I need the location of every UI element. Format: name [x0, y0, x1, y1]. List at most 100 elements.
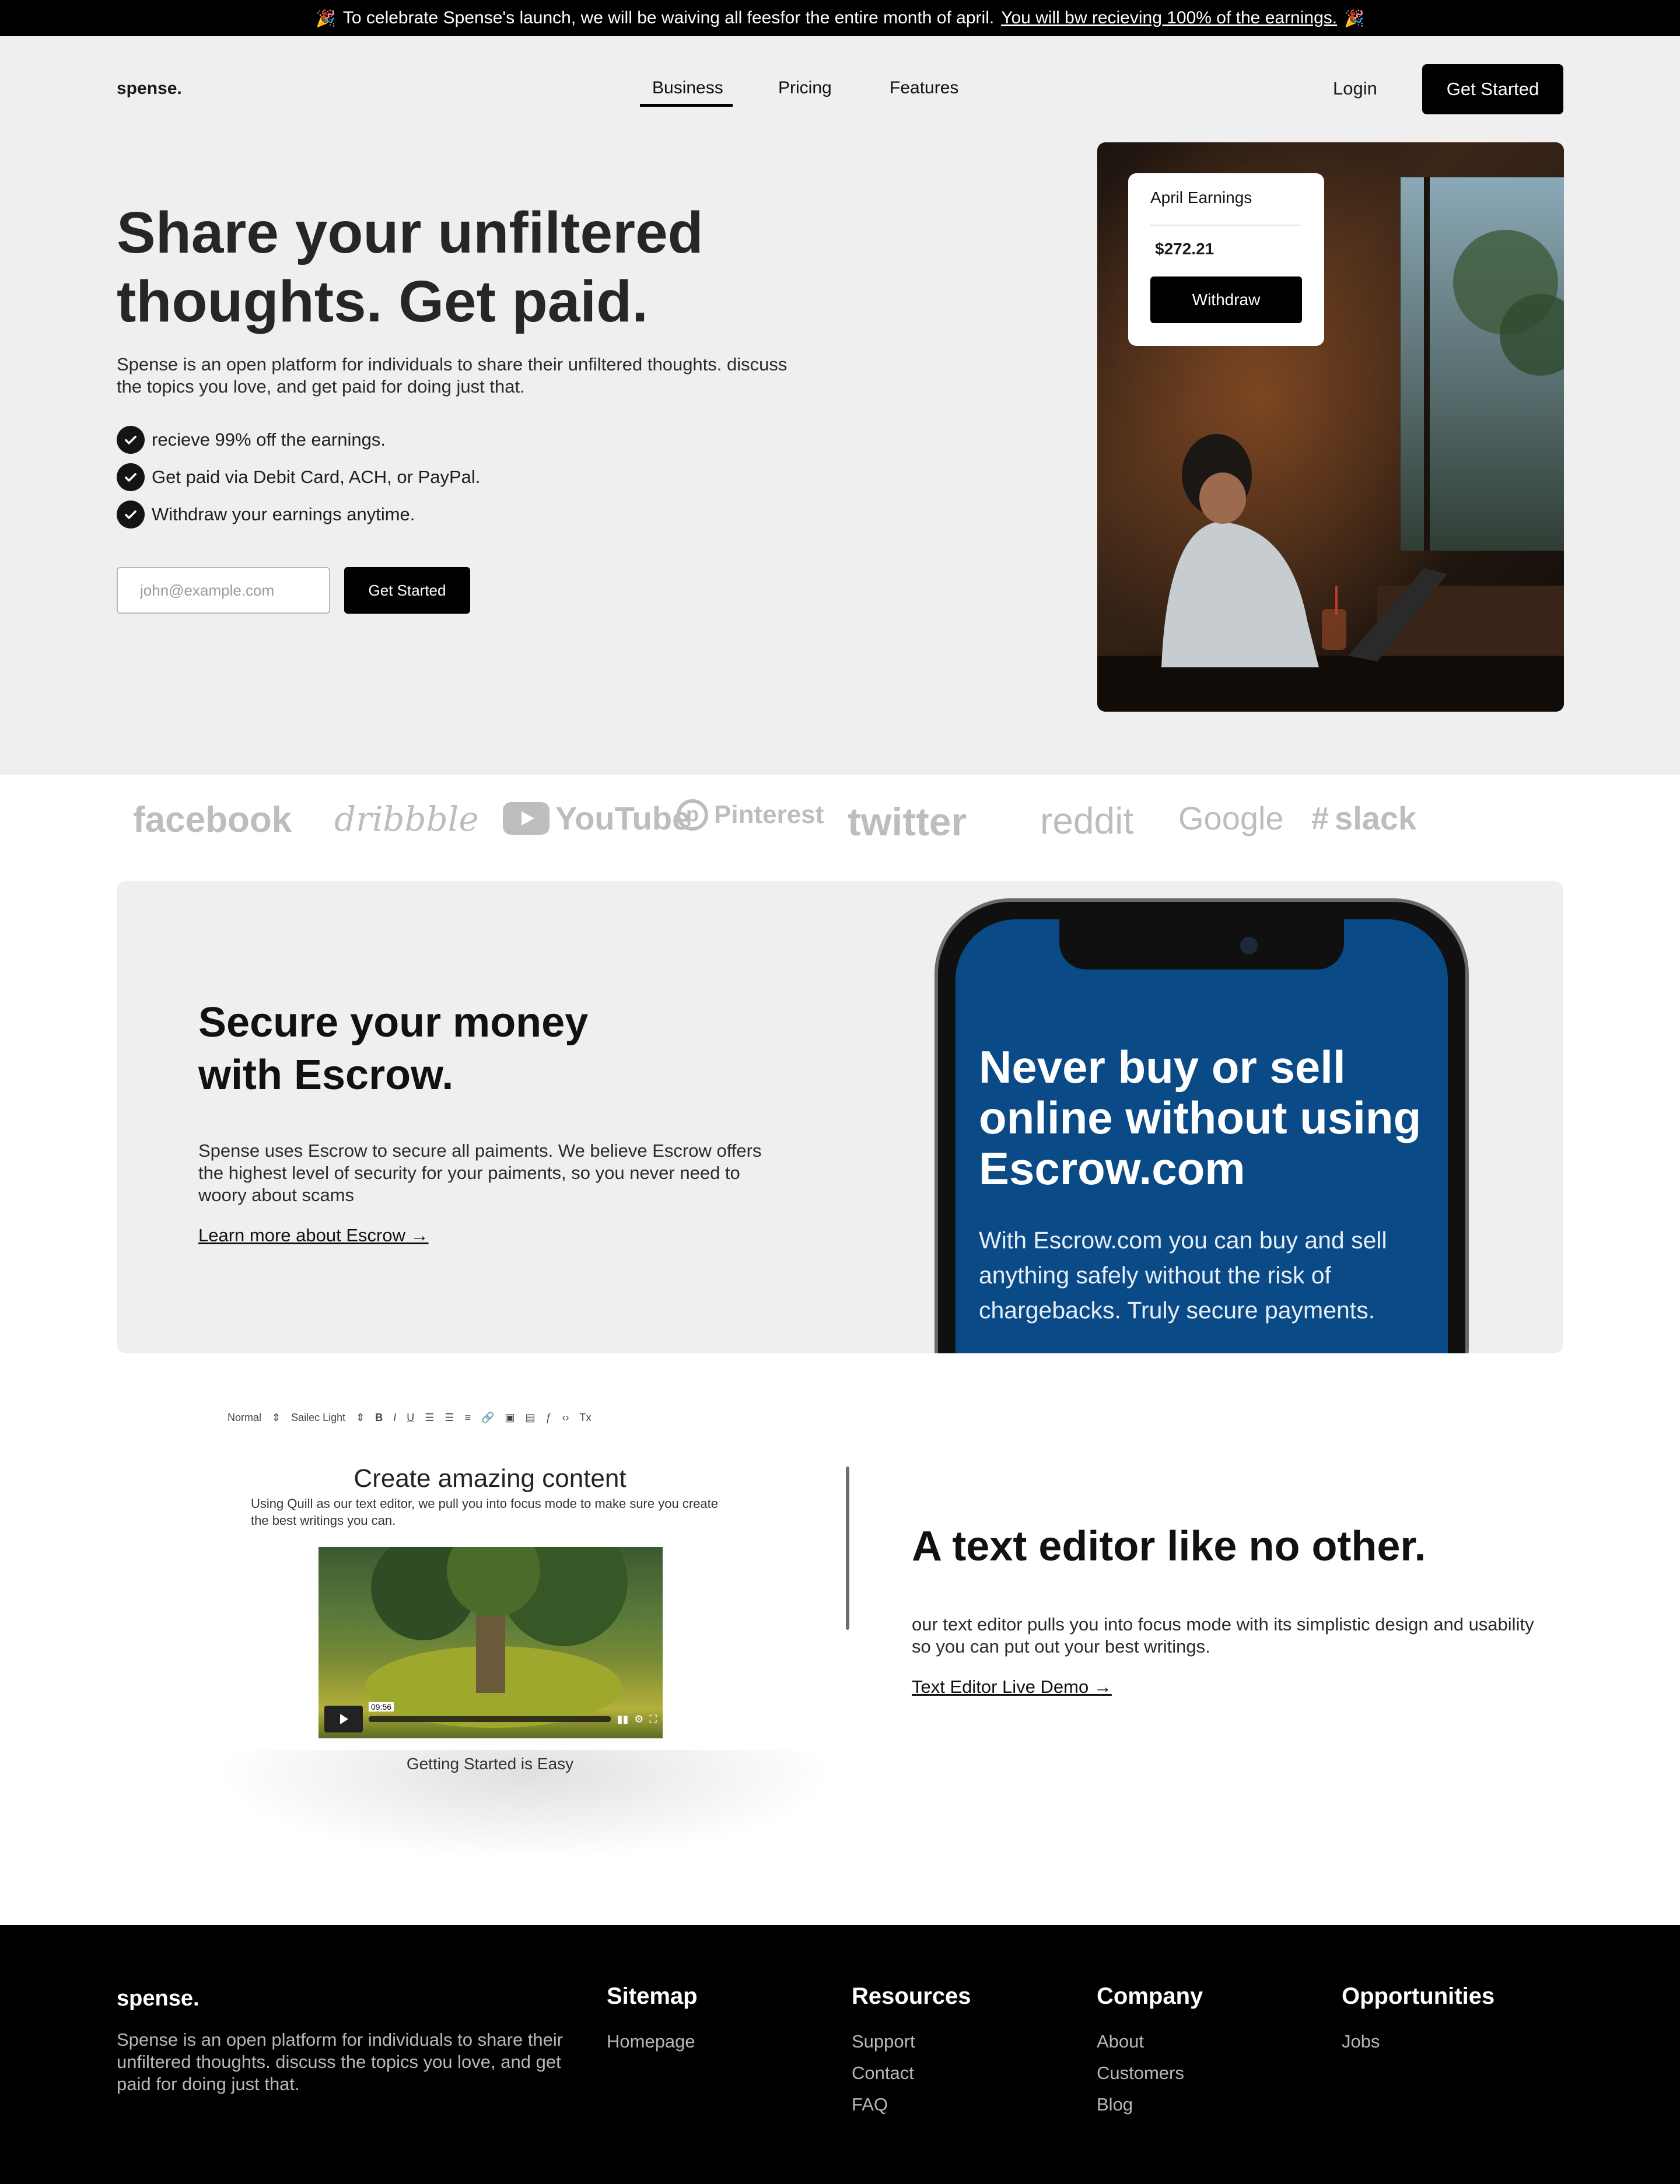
image-icon[interactable]: ▣ — [505, 1412, 515, 1424]
reddit-logo: reddit — [1040, 800, 1134, 842]
checklist-item: Withdraw your earnings anytime. — [117, 501, 415, 528]
hero-title: Share your unfiltered thoughts. Get paid… — [117, 200, 704, 334]
google-logo: Google — [1178, 800, 1284, 836]
nav-features[interactable]: Features — [890, 78, 958, 98]
footer-link-faq[interactable]: FAQ — [852, 2089, 971, 2120]
twitter-logo: twitter — [848, 800, 967, 844]
party-popper-icon: 🎉 — [1344, 9, 1364, 27]
phone-screen: Never buy or sell online without using E… — [956, 919, 1448, 1353]
play-icon[interactable] — [324, 1706, 363, 1732]
phone-headline: Never buy or sell online without using E… — [979, 1041, 1422, 1194]
text-editor-demo-link[interactable]: Text Editor Live Demo → — [912, 1676, 1112, 1698]
phone-mockup: Never buy or sell online without using E… — [935, 898, 1469, 1353]
email-input[interactable] — [117, 567, 330, 614]
footer-column-title: Sitemap — [607, 1983, 698, 2009]
underline-button[interactable]: U — [407, 1412, 414, 1424]
footer-link-jobs[interactable]: Jobs — [1342, 2026, 1494, 2057]
editor-subtitle: Using Quill as our text editor, we pull … — [251, 1496, 718, 1528]
withdraw-button[interactable]: Withdraw — [1150, 276, 1302, 323]
format-select[interactable]: Normal — [228, 1412, 261, 1424]
fullscreen-icon[interactable]: ⛶ — [649, 1713, 657, 1726]
align-icon[interactable]: ≡ — [465, 1412, 471, 1424]
formula-icon[interactable]: ƒ — [546, 1412, 552, 1424]
slack-wordmark: slack — [1335, 800, 1417, 836]
video-icon[interactable]: ▤ — [526, 1412, 536, 1424]
phone-notch — [1059, 919, 1344, 970]
video-controls: 09:56 ▮▮ ⚙ ⛶ — [324, 1702, 657, 1732]
font-select[interactable]: Sailec Light — [291, 1412, 345, 1424]
earnings-card: April Earnings $272.21 Withdraw — [1128, 173, 1324, 346]
footer-link-customers[interactable]: Customers — [1097, 2057, 1203, 2089]
nav-get-started-button[interactable]: Get Started — [1422, 64, 1563, 114]
footer-description: Spense is an open platform for individua… — [117, 2029, 564, 2094]
escrow-learn-more-link[interactable]: Learn more about Escrow → — [198, 1225, 429, 1246]
pinterest-logo: p Pinterest — [677, 799, 824, 831]
text-editor-title: A text editor like no other. — [912, 1523, 1426, 1570]
escrow-title: Secure your money with Escrow. — [198, 999, 589, 1098]
announcement-link[interactable]: You will bw recieving 100% of the earnin… — [1001, 8, 1337, 28]
footer-link-blog[interactable]: Blog — [1097, 2089, 1203, 2120]
site-logo[interactable]: spense. — [117, 79, 182, 99]
video-settings: ▮▮ ⚙ ⛶ — [617, 1713, 657, 1726]
facebook-logo: facebook — [133, 800, 292, 840]
dribbble-logo: dribbble — [334, 799, 479, 839]
nav-pricing[interactable]: Pricing — [778, 78, 832, 98]
embedded-video[interactable]: 09:56 ▮▮ ⚙ ⛶ — [318, 1547, 663, 1738]
checklist-item: recieve 99% off the earnings. — [117, 426, 386, 454]
chevron-updown-icon: ⇕ — [356, 1411, 365, 1423]
announcement-text: To celebrate Spense's launch, we will be… — [342, 8, 995, 27]
editor-cursor-line — [846, 1466, 849, 1630]
hero-photo: April Earnings $272.21 Withdraw — [1097, 142, 1564, 712]
footer-link-about[interactable]: About — [1097, 2026, 1203, 2057]
phone-subtext: With Escrow.com you can buy and sell any… — [979, 1227, 1387, 1324]
footer-column-opportunities: Opportunities Jobs — [1342, 1983, 1494, 2057]
video-progress-bar[interactable]: 09:56 — [369, 1702, 611, 1722]
footer: spense. Spense is an open platform for i… — [0, 1925, 1680, 2184]
slack-logo: # slack — [1311, 799, 1416, 837]
escrow-section: Secure your money with Escrow. Spense us… — [117, 881, 1563, 1353]
camera-icon — [1240, 937, 1258, 954]
editor-caption: Getting Started is Easy — [406, 1755, 574, 1773]
earnings-amount: $272.21 — [1155, 240, 1214, 258]
italic-button[interactable]: I — [393, 1412, 396, 1424]
nav-business[interactable]: Business — [652, 78, 723, 98]
checklist-text: Withdraw your earnings anytime. — [152, 504, 415, 524]
footer-logo[interactable]: spense. — [117, 1986, 200, 2011]
checklist-text: recieve 99% off the earnings. — [152, 429, 386, 450]
youtube-wordmark: YouTube — [555, 800, 691, 836]
chevron-updown-icon: ⇕ — [272, 1411, 281, 1423]
hero-get-started-button[interactable]: Get Started — [344, 567, 470, 614]
check-circle-icon — [117, 426, 145, 454]
volume-icon[interactable]: ▮▮ — [617, 1713, 628, 1726]
gear-icon[interactable]: ⚙ — [634, 1713, 643, 1726]
footer-column-company: Company About Customers Blog — [1097, 1983, 1203, 2120]
footer-link-homepage[interactable]: Homepage — [607, 2026, 698, 2057]
bold-button[interactable]: B — [375, 1412, 383, 1424]
footer-link-contact[interactable]: Contact — [852, 2057, 971, 2089]
check-circle-icon — [117, 501, 145, 528]
ordered-list-icon[interactable]: ☰ — [425, 1412, 434, 1424]
slack-icon: # — [1311, 800, 1329, 836]
hero-description: Spense is an open platform for individua… — [117, 354, 788, 397]
footer-column-sitemap: Sitemap Homepage — [607, 1983, 698, 2057]
editor-title: Create amazing content — [354, 1464, 626, 1493]
party-popper-icon: 🎉 — [316, 9, 336, 27]
checklist-text: Get paid via Debit Card, ACH, or PayPal. — [152, 467, 481, 487]
code-icon[interactable]: ‹› — [562, 1412, 569, 1424]
bullet-list-icon[interactable]: ☰ — [444, 1412, 454, 1424]
youtube-logo: YouTube — [503, 799, 690, 837]
check-circle-icon — [117, 463, 145, 491]
footer-link-support[interactable]: Support — [852, 2026, 971, 2057]
announcement-bar: 🎉 To celebrate Spense's launch, we will … — [0, 0, 1680, 36]
link-icon[interactable]: 🔗 — [481, 1412, 494, 1424]
footer-column-resources: Resources Support Contact FAQ — [852, 1983, 971, 2120]
video-time: 09:56 — [369, 1702, 394, 1712]
checklist-item: Get paid via Debit Card, ACH, or PayPal. — [117, 463, 480, 491]
youtube-play-icon — [503, 802, 550, 835]
login-link[interactable]: Login — [1333, 78, 1377, 99]
earnings-card-title: April Earnings — [1150, 188, 1252, 206]
footer-column-title: Company — [1097, 1983, 1203, 2009]
pinterest-wordmark: Pinterest — [714, 800, 824, 829]
pinterest-icon: p — [677, 799, 708, 831]
clear-format-icon[interactable]: Tx — [580, 1412, 592, 1424]
